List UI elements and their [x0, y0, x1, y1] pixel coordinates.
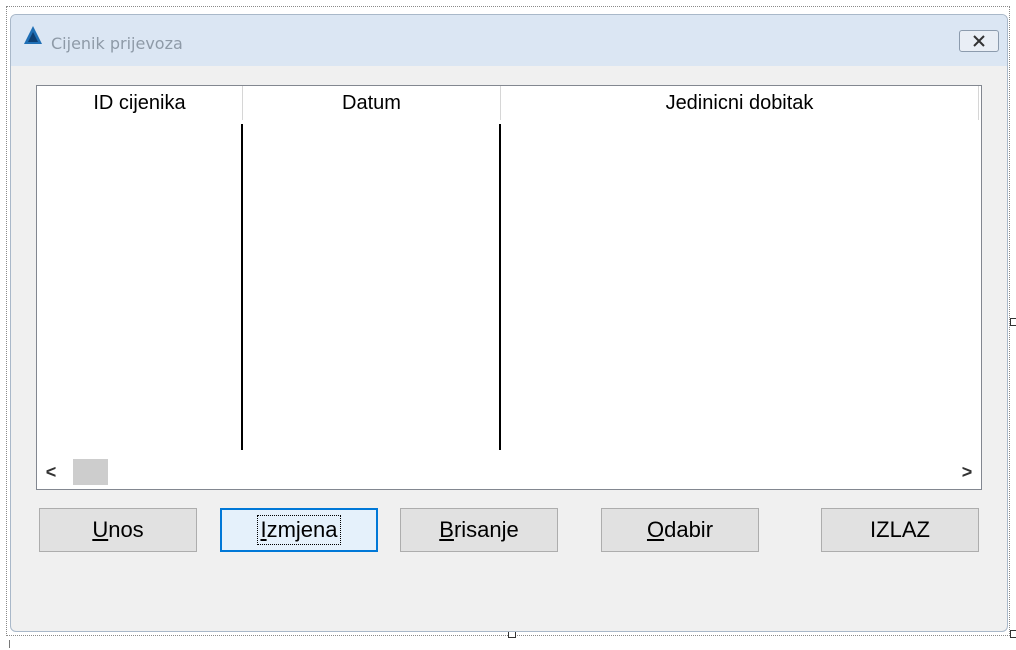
- horizontal-scrollbar[interactable]: < >: [37, 455, 981, 489]
- odabir-label: dabir: [664, 517, 714, 542]
- price-list-grid[interactable]: ID cijenika Datum Jedinicni dobitak < >: [36, 85, 982, 490]
- unos-button[interactable]: Unos: [39, 508, 197, 552]
- close-button[interactable]: [959, 30, 999, 52]
- column-header-jedinicni-dobitak[interactable]: Jedinicni dobitak: [501, 86, 979, 120]
- scroll-right-icon[interactable]: >: [957, 462, 977, 482]
- grid-header: ID cijenika Datum Jedinicni dobitak: [37, 86, 979, 120]
- window-title: Cijenik prijevoza: [51, 34, 183, 53]
- resize-handle-right[interactable]: [1010, 318, 1016, 326]
- izlaz-button[interactable]: IZLAZ: [821, 508, 979, 552]
- izlaz-label: IZLAZ: [870, 517, 930, 542]
- form-window: Cijenik prijevoza ID cijenika Datum Jedi…: [10, 14, 1008, 632]
- app-logo-icon: [24, 26, 42, 44]
- scroll-thumb[interactable]: [73, 459, 108, 485]
- column-header-datum[interactable]: Datum: [243, 86, 501, 120]
- brisanje-button[interactable]: Brisanje: [400, 508, 558, 552]
- close-x-icon: [973, 35, 985, 47]
- izmjena-button[interactable]: Izmjena: [220, 508, 378, 552]
- focus-rectangle: Izmjena: [257, 515, 341, 545]
- izmjena-label: zmjena: [266, 517, 338, 542]
- column-divider: [241, 124, 243, 450]
- column-divider: [499, 124, 501, 450]
- unos-label: nos: [108, 517, 144, 542]
- odabir-mnemonic: O: [646, 517, 665, 542]
- designer-guide-tick: [9, 640, 10, 648]
- unos-mnemonic: U: [92, 517, 109, 542]
- scroll-left-icon[interactable]: <: [41, 462, 61, 482]
- brisanje-mnemonic: B: [439, 517, 454, 542]
- resize-handle-corner[interactable]: [1010, 630, 1016, 638]
- brisanje-label: risanje: [453, 517, 519, 542]
- odabir-button[interactable]: Odabir: [601, 508, 759, 552]
- title-bar[interactable]: Cijenik prijevoza: [11, 15, 1007, 66]
- column-header-id[interactable]: ID cijenika: [37, 86, 243, 120]
